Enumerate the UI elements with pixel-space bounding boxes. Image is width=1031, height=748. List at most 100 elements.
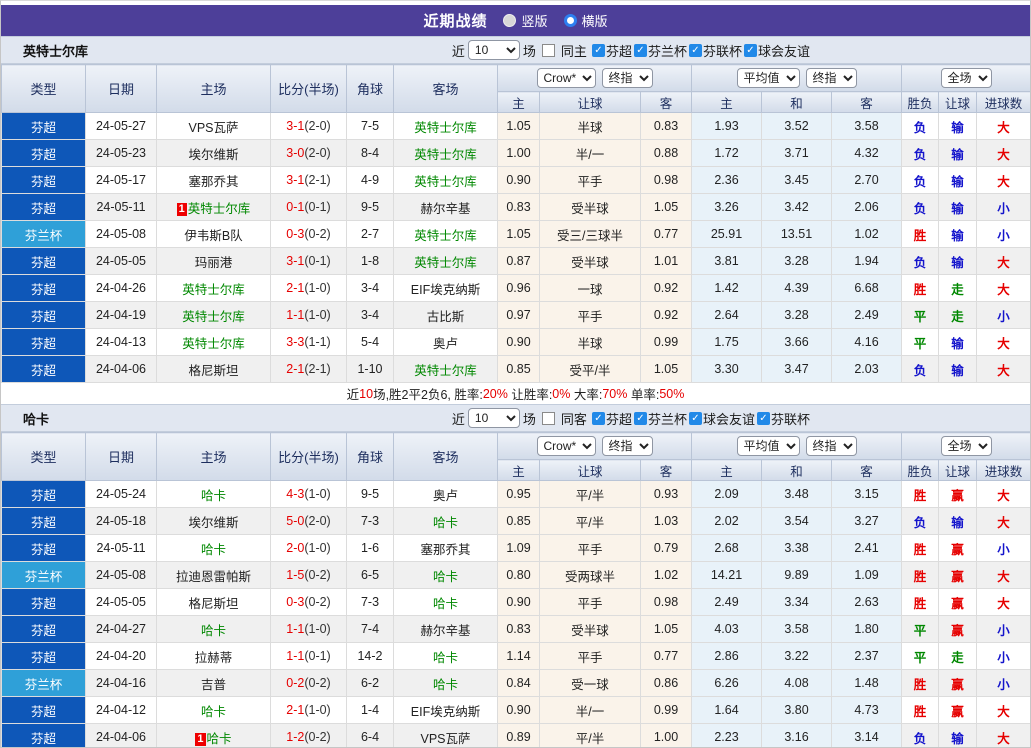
final-index-select[interactable]: 终指 — [601, 68, 653, 88]
radio-icon-checked[interactable] — [563, 14, 577, 27]
odds-home-cell: 0.97 — [497, 301, 540, 329]
away-team-cell: 哈卡 — [393, 507, 498, 535]
bookmaker-select[interactable]: Crow* — [536, 68, 596, 88]
league-label: 芬兰杯 — [647, 43, 687, 59]
radio-vertical-layout[interactable]: 竖版 — [503, 11, 548, 30]
avg-home-cell: 3.30 — [691, 355, 762, 383]
date-cell: 24-05-17 — [85, 166, 157, 194]
result-cell: 负 — [901, 507, 940, 535]
radio-horizontal-layout[interactable]: 横版 — [563, 11, 608, 30]
final-index-select[interactable]: 终指 — [601, 436, 653, 456]
avg-away-cell: 2.06 — [830, 193, 903, 221]
date-cell: 24-05-23 — [85, 139, 157, 167]
league-checkbox[interactable]: ✓ — [743, 43, 757, 57]
fulltime-score: 0-3 — [286, 227, 305, 241]
col-odds-handicap: 让球 — [539, 91, 641, 113]
average-select[interactable]: 平均值 — [736, 68, 800, 88]
odds-away-cell: 1.02 — [640, 561, 692, 589]
odds-away-cell: 1.00 — [640, 723, 692, 747]
away-team-name: 英特士尔库 — [414, 120, 477, 135]
match-count-select[interactable]: 10 — [467, 40, 520, 60]
away-team-cell: 赫尔辛基 — [393, 193, 498, 221]
halftime-score: (2-1) — [304, 362, 331, 376]
away-team-cell: VPS瓦萨 — [393, 723, 498, 747]
home-team-cell: 格尼斯坦 — [156, 355, 271, 383]
match-row: 芬超 24-04-19 英特士尔库 1-1(1-0) 3-4 古比斯 0.97 平手 0.92 2… — [1, 301, 1030, 329]
handicap-result-cell: 输 — [938, 723, 978, 747]
avg-away-cell: 2.49 — [830, 301, 903, 329]
average-select[interactable]: 平均值 — [736, 436, 800, 456]
fulltime-score: 1-1 — [286, 649, 305, 663]
away-team-cell: 哈卡 — [393, 669, 498, 697]
bookmaker-select[interactable]: Crow* — [536, 436, 596, 456]
team-bar: 哈卡 近 10 场 同客 ✓ 芬超 ✓ 芬兰杯 ✓ 球会友谊 ✓ 芬联杯 — [1, 404, 1030, 432]
league-cell: 芬超 — [1, 480, 86, 508]
home-team-cell: 格尼斯坦 — [156, 588, 271, 616]
league-cell: 芬超 — [1, 247, 86, 275]
goals-cell: 大 — [976, 507, 1030, 535]
handicap-result-cell: 输 — [938, 139, 978, 167]
odds-away-cell: 0.92 — [640, 274, 692, 302]
date-cell: 24-05-27 — [85, 112, 157, 140]
date-cell: 24-04-06 — [85, 355, 157, 383]
avg-home-cell: 1.93 — [691, 112, 762, 140]
avg-away-cell: 1.02 — [830, 220, 903, 248]
league-cell: 芬超 — [1, 301, 86, 329]
goals-cell: 大 — [976, 247, 1030, 275]
final-index-select-2[interactable]: 终指 — [805, 68, 857, 88]
result-cell: 负 — [901, 247, 940, 275]
handicap-result-cell: 输 — [938, 507, 978, 535]
goals-cell: 大 — [976, 112, 1030, 140]
corners-cell: 9-5 — [346, 193, 394, 221]
avg-draw-cell: 13.51 — [761, 220, 832, 248]
away-team-name: 哈卡 — [432, 677, 458, 692]
avg-draw-cell: 3.34 — [761, 588, 832, 616]
same-venue-checkbox[interactable] — [541, 411, 555, 425]
odds-handicap-cell: 受半球 — [539, 193, 641, 221]
bookmaker-group-header: Crow* 终指 — [497, 432, 692, 460]
odds-home-cell: 0.85 — [497, 507, 540, 535]
avg-draw-cell: 9.89 — [761, 561, 832, 589]
league-label: 芬联杯 — [702, 43, 742, 59]
result-cell: 胜 — [901, 480, 940, 508]
final-index-select-2[interactable]: 终指 — [805, 436, 857, 456]
handicap-result-cell: 走 — [938, 642, 978, 670]
radio-icon-unchecked[interactable] — [503, 14, 517, 27]
league-checkbox[interactable]: ✓ — [591, 411, 605, 425]
fulltime-group-header: 全场 — [901, 432, 1030, 460]
fulltime-select[interactable]: 全场 — [940, 436, 992, 456]
halftime-score: (2-0) — [304, 119, 331, 133]
handicap-result-cell: 输 — [938, 247, 978, 275]
fulltime-select[interactable]: 全场 — [940, 68, 992, 88]
avg-away-cell: 3.14 — [830, 723, 903, 747]
away-team-name: 赫尔辛基 — [420, 201, 471, 216]
result-cell: 负 — [901, 355, 940, 383]
league-checkbox[interactable]: ✓ — [591, 43, 605, 57]
same-venue-label: 同客 — [560, 411, 587, 427]
halftime-score: (1-0) — [304, 487, 331, 501]
red-card-badge: 1 — [195, 732, 206, 746]
league-filter-item: ✓ 芬超 — [591, 41, 632, 60]
match-count-select[interactable]: 10 — [467, 408, 520, 428]
league-checkbox[interactable]: ✓ — [756, 411, 770, 425]
same-venue-checkbox[interactable] — [541, 43, 555, 57]
result-cell: 胜 — [901, 696, 940, 724]
home-team-name: 玛丽港 — [194, 255, 233, 270]
away-team-cell: 奥卢 — [393, 328, 498, 356]
league-checkbox[interactable]: ✓ — [688, 411, 702, 425]
avg-draw-cell: 3.80 — [761, 696, 832, 724]
goals-cell: 大 — [976, 274, 1030, 302]
league-checkbox[interactable]: ✓ — [633, 43, 647, 57]
summary-text: 单率: — [627, 388, 660, 402]
match-row: 芬超 24-05-05 玛丽港 3-1(0-1) 1-8 英特士尔库 0.87 受半球 1.01… — [1, 247, 1030, 275]
avg-home-cell: 2.23 — [691, 723, 762, 747]
fulltime-score: 2-1 — [286, 281, 305, 295]
odds-away-cell: 0.92 — [640, 301, 692, 329]
league-cell: 芬超 — [1, 193, 86, 221]
odds-handicap-cell: 半球 — [539, 328, 641, 356]
corners-cell: 14-2 — [346, 642, 394, 670]
league-checkbox[interactable]: ✓ — [633, 411, 647, 425]
league-checkbox[interactable]: ✓ — [688, 43, 702, 57]
team-section-1: 英特士尔库 近 10 场 同主 ✓芬超✓芬兰杯✓芬联杯✓球会友谊 — [1, 36, 1030, 404]
odds-home-cell: 1.05 — [497, 220, 540, 248]
